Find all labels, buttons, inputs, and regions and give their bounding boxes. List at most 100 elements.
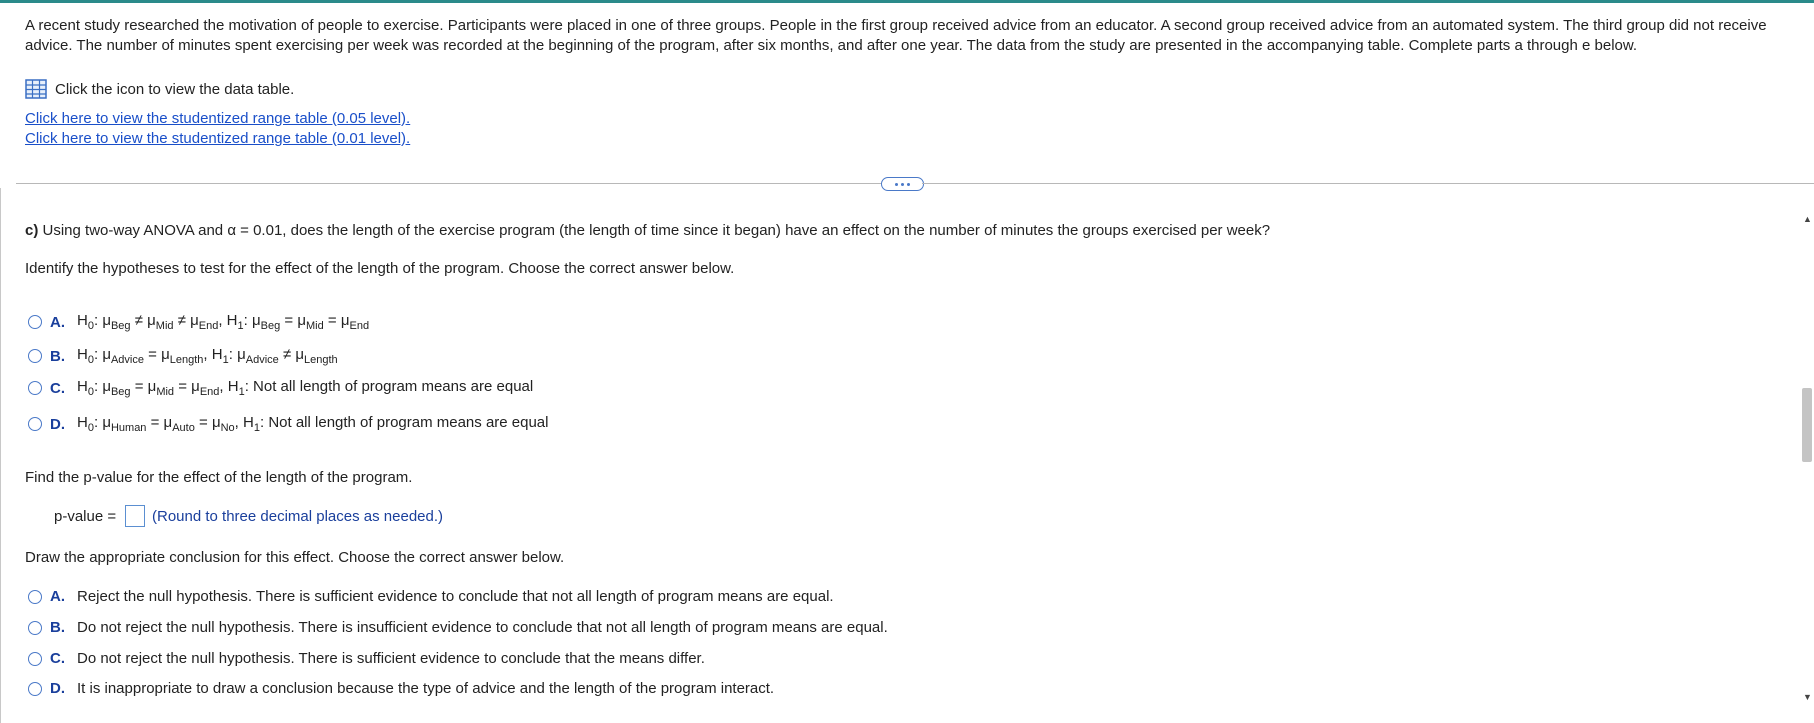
mu-subscript: Beg xyxy=(260,320,281,332)
colon: : xyxy=(243,312,248,329)
operator: = xyxy=(150,414,160,431)
studentized-range-001-link[interactable]: Click here to view the studentized range… xyxy=(25,130,410,147)
mu-symbol: μ xyxy=(191,378,200,395)
mu-symbol: μ xyxy=(237,346,246,363)
comma: , xyxy=(219,378,224,395)
option-letter: D. xyxy=(50,680,65,697)
conclusion-option-b[interactable]: B. Do not reject the null hypothesis. The… xyxy=(28,619,888,636)
h0-symbol: H xyxy=(77,414,88,431)
operator: ≠ xyxy=(282,346,292,363)
h0-symbol: H xyxy=(77,312,88,329)
pvalue-input[interactable] xyxy=(125,505,145,527)
pvalue-hint: (Round to three decimal places as needed… xyxy=(152,508,444,525)
mu-subscript: Beg xyxy=(110,386,131,398)
radio-button[interactable] xyxy=(28,349,42,363)
pvalue-prompt: Find the p-value for the effect of the l… xyxy=(25,469,413,486)
mu-subscript: Mid xyxy=(156,386,175,398)
hypothesis-option-b[interactable]: B. H0: μAdvice = μLength, H1: μAdvice ≠ μ… xyxy=(28,346,338,366)
radio-button[interactable] xyxy=(28,315,42,329)
mu-symbol: μ xyxy=(147,378,157,395)
scroll-down-arrow[interactable]: ▼ xyxy=(1803,692,1812,702)
h0-symbol: H xyxy=(77,346,88,363)
data-table-icon[interactable] xyxy=(25,79,47,99)
colon: : xyxy=(93,312,99,329)
radio-button[interactable] xyxy=(28,681,42,696)
hypothesis-option-a[interactable]: A. H0: μBeg ≠ μMid ≠ μEnd, H1: μBeg = μMi… xyxy=(28,312,369,332)
data-table-label: Click the icon to view the data table. xyxy=(55,80,295,98)
mu-symbol: μ xyxy=(163,414,173,431)
mu-symbol: μ xyxy=(102,378,111,395)
radio-button[interactable] xyxy=(28,589,42,604)
option-letter: A. xyxy=(50,313,65,331)
operator: = xyxy=(178,378,187,395)
conclusion-option-c[interactable]: C. Do not reject the null hypothesis. The… xyxy=(28,650,705,667)
operator: = xyxy=(284,312,294,329)
conclusion-option-a[interactable]: A. Reject the null hypothesis. There is s… xyxy=(28,588,834,605)
conclusion-option-d[interactable]: D. It is inappropriate to draw a conclusi… xyxy=(28,680,774,697)
option-letter: A. xyxy=(50,588,65,605)
operator: ≠ xyxy=(177,312,186,329)
option-letter: B. xyxy=(50,619,65,636)
pvalue-label: p-value = xyxy=(54,508,117,525)
h1-symbol: H xyxy=(226,312,238,329)
mu-subscript: Length xyxy=(304,354,338,366)
hypothesis-option-d[interactable]: D. H0: μHuman = μAuto = μNo, H1: Not all … xyxy=(28,414,549,434)
mu-subscript: Auto xyxy=(172,422,195,434)
conclusion-prompt: Draw the appropriate conclusion for this… xyxy=(25,549,565,566)
left-border xyxy=(0,188,1,723)
option-text: It is inappropriate to draw a conclusion… xyxy=(77,680,775,697)
comma: , xyxy=(218,312,223,329)
h0-symbol: H xyxy=(77,378,88,395)
mu-symbol: μ xyxy=(147,312,156,329)
question-text: Using two-way ANOVA and α = 0.01, does t… xyxy=(42,222,1271,239)
h1-symbol: H xyxy=(211,346,223,363)
radio-button[interactable] xyxy=(28,620,42,635)
option-text: Do not reject the null hypothesis. There… xyxy=(77,619,888,636)
mu-subscript: Advice xyxy=(110,354,144,366)
hypothesis-expression: H0: μAdvice = μLength, H1: μAdvice ≠ μLe… xyxy=(77,346,338,366)
colon: : xyxy=(244,378,249,395)
hypothesis-expression: H0: μBeg = μMid = μEnd, H1: Not all leng… xyxy=(77,378,533,398)
mu-subscript: End xyxy=(349,320,370,332)
comma: , xyxy=(203,346,208,363)
mu-symbol: μ xyxy=(251,312,261,329)
scrollbar-thumb[interactable] xyxy=(1802,388,1812,462)
top-accent-bar xyxy=(0,0,1814,3)
h1-text: Not all length of program means are equa… xyxy=(253,378,534,395)
mu-symbol: μ xyxy=(190,312,199,329)
mu-symbol: μ xyxy=(161,346,170,363)
mu-subscript: Human xyxy=(110,422,147,434)
mu-symbol: μ xyxy=(211,414,221,431)
expand-more-button[interactable] xyxy=(881,177,924,191)
option-letter: C. xyxy=(50,650,65,667)
mu-symbol: μ xyxy=(102,312,111,329)
question-c: c) Using two-way ANOVA and α = 0.01, doe… xyxy=(25,222,1270,239)
data-table-row: Click the icon to view the data table. xyxy=(25,79,294,99)
radio-button[interactable] xyxy=(28,417,42,431)
mu-subscript: Beg xyxy=(110,320,131,332)
operator: = xyxy=(148,346,157,363)
h1-symbol: H xyxy=(243,414,254,431)
section-divider xyxy=(922,183,1814,184)
studentized-range-005-link[interactable]: Click here to view the studentized range… xyxy=(25,110,410,127)
mu-subscript: Mid xyxy=(155,320,174,332)
mu-symbol: μ xyxy=(102,346,111,363)
mu-subscript: Mid xyxy=(305,320,324,332)
option-text: Do not reject the null hypothesis. There… xyxy=(77,650,705,667)
operator: = xyxy=(327,312,337,329)
option-letter: D. xyxy=(50,415,65,433)
mu-subscript: Length xyxy=(169,354,204,366)
scroll-up-arrow[interactable]: ▲ xyxy=(1803,214,1812,224)
radio-button[interactable] xyxy=(28,651,42,666)
hypothesis-option-c[interactable]: C. H0: μBeg = μMid = μEnd, H1: Not all le… xyxy=(28,378,533,398)
radio-button[interactable] xyxy=(28,381,42,395)
operator: = xyxy=(134,378,144,395)
problem-intro: A recent study researched the motivation… xyxy=(25,17,1767,54)
option-letter: B. xyxy=(50,347,65,365)
colon: : xyxy=(93,414,99,431)
mu-symbol: μ xyxy=(102,414,111,431)
mu-symbol: μ xyxy=(295,346,304,363)
h1-symbol: H xyxy=(227,378,239,395)
h1-text: Not all length of program means are equa… xyxy=(268,414,549,431)
mu-symbol: μ xyxy=(297,312,306,329)
